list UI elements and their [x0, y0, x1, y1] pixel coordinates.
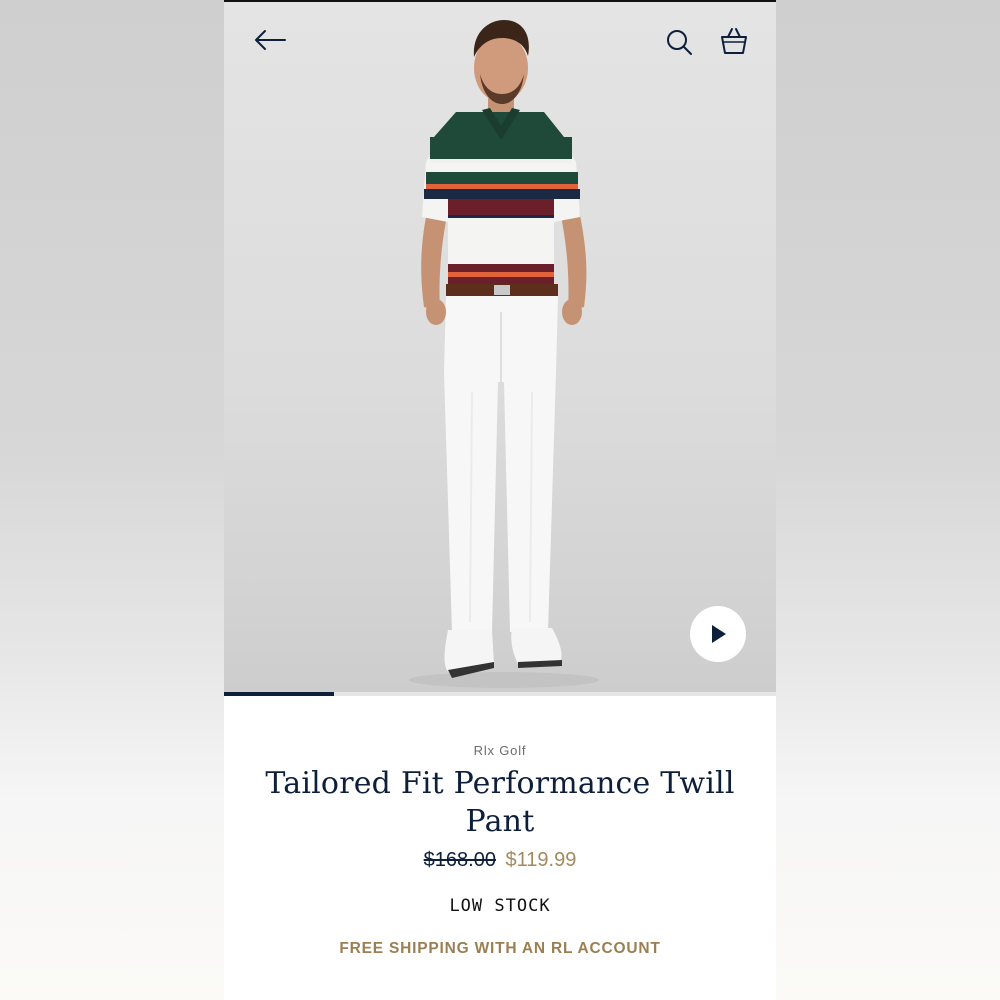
carousel-progress	[224, 692, 776, 696]
stock-status: LOW STOCK	[449, 896, 551, 916]
play-video-button[interactable]	[690, 606, 746, 662]
shopping-bag-icon	[721, 28, 747, 54]
model-photo	[409, 20, 599, 688]
arrow-left-icon	[255, 30, 286, 50]
back-button[interactable]	[250, 20, 290, 60]
search-icon	[667, 30, 692, 55]
product-image[interactable]	[224, 2, 776, 692]
sale-price: $119.99	[505, 849, 577, 871]
play-icon	[712, 625, 726, 643]
product-brand[interactable]: Rlx Golf	[224, 743, 776, 758]
carousel-progress-fill	[224, 692, 335, 696]
product-title: Tailored Fit Performance Twill Pant	[265, 766, 735, 839]
shipping-link[interactable]: FREE SHIPPING WITH AN RL ACCOUNT	[224, 940, 776, 958]
shopping-bag-button[interactable]	[714, 21, 754, 61]
product-page: Rlx Golf Tailored Fit Performance Twill …	[224, 0, 776, 1000]
original-price: $168.00	[423, 849, 496, 871]
search-button[interactable]	[659, 22, 699, 62]
product-price: $168.00 $119.99	[224, 849, 776, 872]
